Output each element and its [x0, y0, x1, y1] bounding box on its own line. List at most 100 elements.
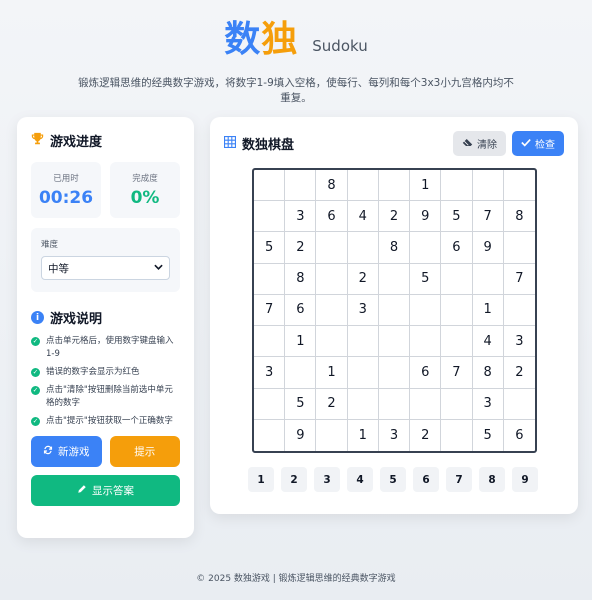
sudoku-cell[interactable]: 4 [472, 326, 504, 358]
sudoku-cell[interactable] [441, 419, 473, 451]
sudoku-cell[interactable]: 1 [410, 170, 442, 202]
sudoku-cell[interactable] [503, 295, 535, 327]
sudoku-cell[interactable] [254, 263, 286, 295]
sudoku-cell[interactable] [378, 326, 411, 358]
sudoku-cell[interactable] [472, 170, 504, 202]
check-button[interactable]: 检查 [512, 131, 564, 156]
sudoku-cell[interactable] [378, 170, 411, 202]
sudoku-board: 8136429578528698257763114331678252391325… [252, 168, 537, 453]
sudoku-cell[interactable] [441, 294, 473, 327]
numpad-key-7[interactable]: 7 [446, 467, 472, 492]
board-header: 数独棋盘 清除 检查 [223, 131, 564, 156]
sudoku-cell[interactable]: 9 [472, 232, 504, 264]
sudoku-cell[interactable] [503, 389, 535, 420]
sudoku-cell[interactable] [316, 294, 348, 327]
difficulty-select[interactable]: 中等 [41, 256, 170, 280]
sudoku-cell[interactable] [316, 326, 348, 358]
sudoku-cell[interactable]: 8 [285, 263, 317, 295]
sudoku-cell[interactable]: 8 [378, 232, 411, 264]
sudoku-cell[interactable]: 8 [472, 357, 504, 389]
sudoku-cell[interactable]: 6 [285, 294, 317, 327]
sudoku-cell[interactable] [472, 263, 504, 295]
sudoku-cell[interactable] [254, 201, 286, 233]
sudoku-cell[interactable]: 9 [410, 201, 442, 233]
numpad-key-2[interactable]: 2 [281, 467, 307, 492]
sudoku-cell[interactable]: 3 [379, 419, 411, 451]
sudoku-cell[interactable]: 8 [503, 201, 535, 233]
sudoku-cell[interactable]: 5 [254, 232, 286, 264]
sudoku-cell[interactable] [410, 232, 442, 264]
sudoku-cell[interactable] [254, 170, 286, 202]
sudoku-cell[interactable] [285, 357, 317, 389]
sudoku-cell[interactable]: 5 [410, 263, 442, 295]
sudoku-cell[interactable]: 3 [285, 201, 317, 233]
sudoku-cell[interactable] [285, 170, 317, 202]
sudoku-cell[interactable]: 8 [316, 170, 348, 202]
sudoku-cell[interactable] [441, 170, 473, 202]
sudoku-cell[interactable]: 3 [472, 388, 504, 420]
sudoku-cell[interactable]: 3 [347, 294, 379, 327]
sudoku-cell[interactable]: 6 [410, 357, 442, 389]
sudoku-cell[interactable]: 7 [472, 201, 504, 233]
info-icon: i [31, 311, 44, 324]
numpad-key-4[interactable]: 4 [347, 467, 373, 492]
sudoku-cell[interactable] [347, 232, 379, 264]
sudoku-cell[interactable] [316, 263, 348, 295]
sudoku-cell[interactable] [254, 388, 286, 420]
show-answer-button[interactable]: 显示答案 [31, 475, 180, 506]
sudoku-cell[interactable]: 7 [441, 357, 473, 389]
sudoku-cell[interactable]: 1 [348, 419, 379, 451]
sudoku-cell[interactable] [316, 419, 348, 451]
sudoku-cell[interactable]: 9 [285, 419, 317, 451]
sudoku-cell[interactable]: 5 [441, 201, 473, 233]
sudoku-cell[interactable] [254, 419, 286, 451]
sudoku-cell[interactable]: 3 [503, 326, 535, 358]
new-game-button[interactable]: 新游戏 [31, 436, 102, 467]
sudoku-cell[interactable]: 5 [473, 419, 504, 451]
sudoku-cell[interactable]: 2 [347, 263, 379, 295]
sudoku-cell[interactable]: 2 [378, 201, 411, 233]
numpad-key-8[interactable]: 8 [479, 467, 505, 492]
page-header: 数独 Sudoku 锻炼逻辑思维的经典数字游戏，将数字1-9填入空格，使每行、每… [0, 0, 592, 106]
sudoku-cell[interactable] [441, 388, 473, 420]
sudoku-cell[interactable]: 1 [285, 326, 317, 358]
sudoku-cell[interactable]: 2 [316, 388, 348, 420]
sudoku-cell[interactable] [441, 326, 473, 358]
sudoku-cell[interactable] [254, 326, 286, 358]
sudoku-cell[interactable]: 6 [504, 420, 535, 451]
sudoku-cell[interactable] [410, 326, 442, 358]
sudoku-cell[interactable] [347, 357, 379, 389]
numpad-key-6[interactable]: 6 [413, 467, 439, 492]
sudoku-cell[interactable]: 7 [503, 264, 535, 295]
sudoku-cell[interactable] [347, 388, 379, 420]
sudoku-cell[interactable]: 3 [254, 357, 286, 389]
sudoku-cell[interactable] [378, 357, 411, 389]
sudoku-cell[interactable]: 5 [285, 388, 317, 420]
hint-button[interactable]: 提示 [109, 436, 180, 467]
sudoku-cell[interactable] [347, 326, 379, 358]
sudoku-cell[interactable] [503, 170, 535, 202]
sudoku-cell[interactable] [503, 232, 535, 264]
sudoku-cell[interactable] [441, 263, 473, 295]
sudoku-cell[interactable]: 4 [347, 201, 379, 233]
sudoku-cell[interactable]: 6 [441, 232, 473, 264]
sudoku-cell[interactable] [347, 170, 379, 202]
sudoku-cell[interactable]: 2 [285, 232, 317, 264]
clear-button[interactable]: 清除 [453, 131, 506, 156]
sudoku-cell[interactable] [410, 294, 442, 327]
sudoku-cell[interactable]: 6 [316, 201, 348, 233]
sudoku-cell[interactable]: 7 [254, 294, 286, 327]
numpad-key-5[interactable]: 5 [380, 467, 406, 492]
sudoku-cell[interactable] [316, 232, 348, 264]
sudoku-cell[interactable] [378, 263, 411, 295]
sudoku-cell[interactable] [378, 294, 411, 327]
sudoku-cell[interactable]: 2 [410, 419, 442, 451]
numpad-key-9[interactable]: 9 [512, 467, 538, 492]
sudoku-cell[interactable]: 1 [472, 294, 504, 327]
numpad-key-1[interactable]: 1 [248, 467, 274, 492]
sudoku-cell[interactable] [410, 388, 442, 420]
sudoku-cell[interactable]: 2 [503, 357, 535, 389]
numpad-key-3[interactable]: 3 [314, 467, 340, 492]
sudoku-cell[interactable] [378, 388, 411, 420]
sudoku-cell[interactable]: 1 [316, 357, 348, 389]
